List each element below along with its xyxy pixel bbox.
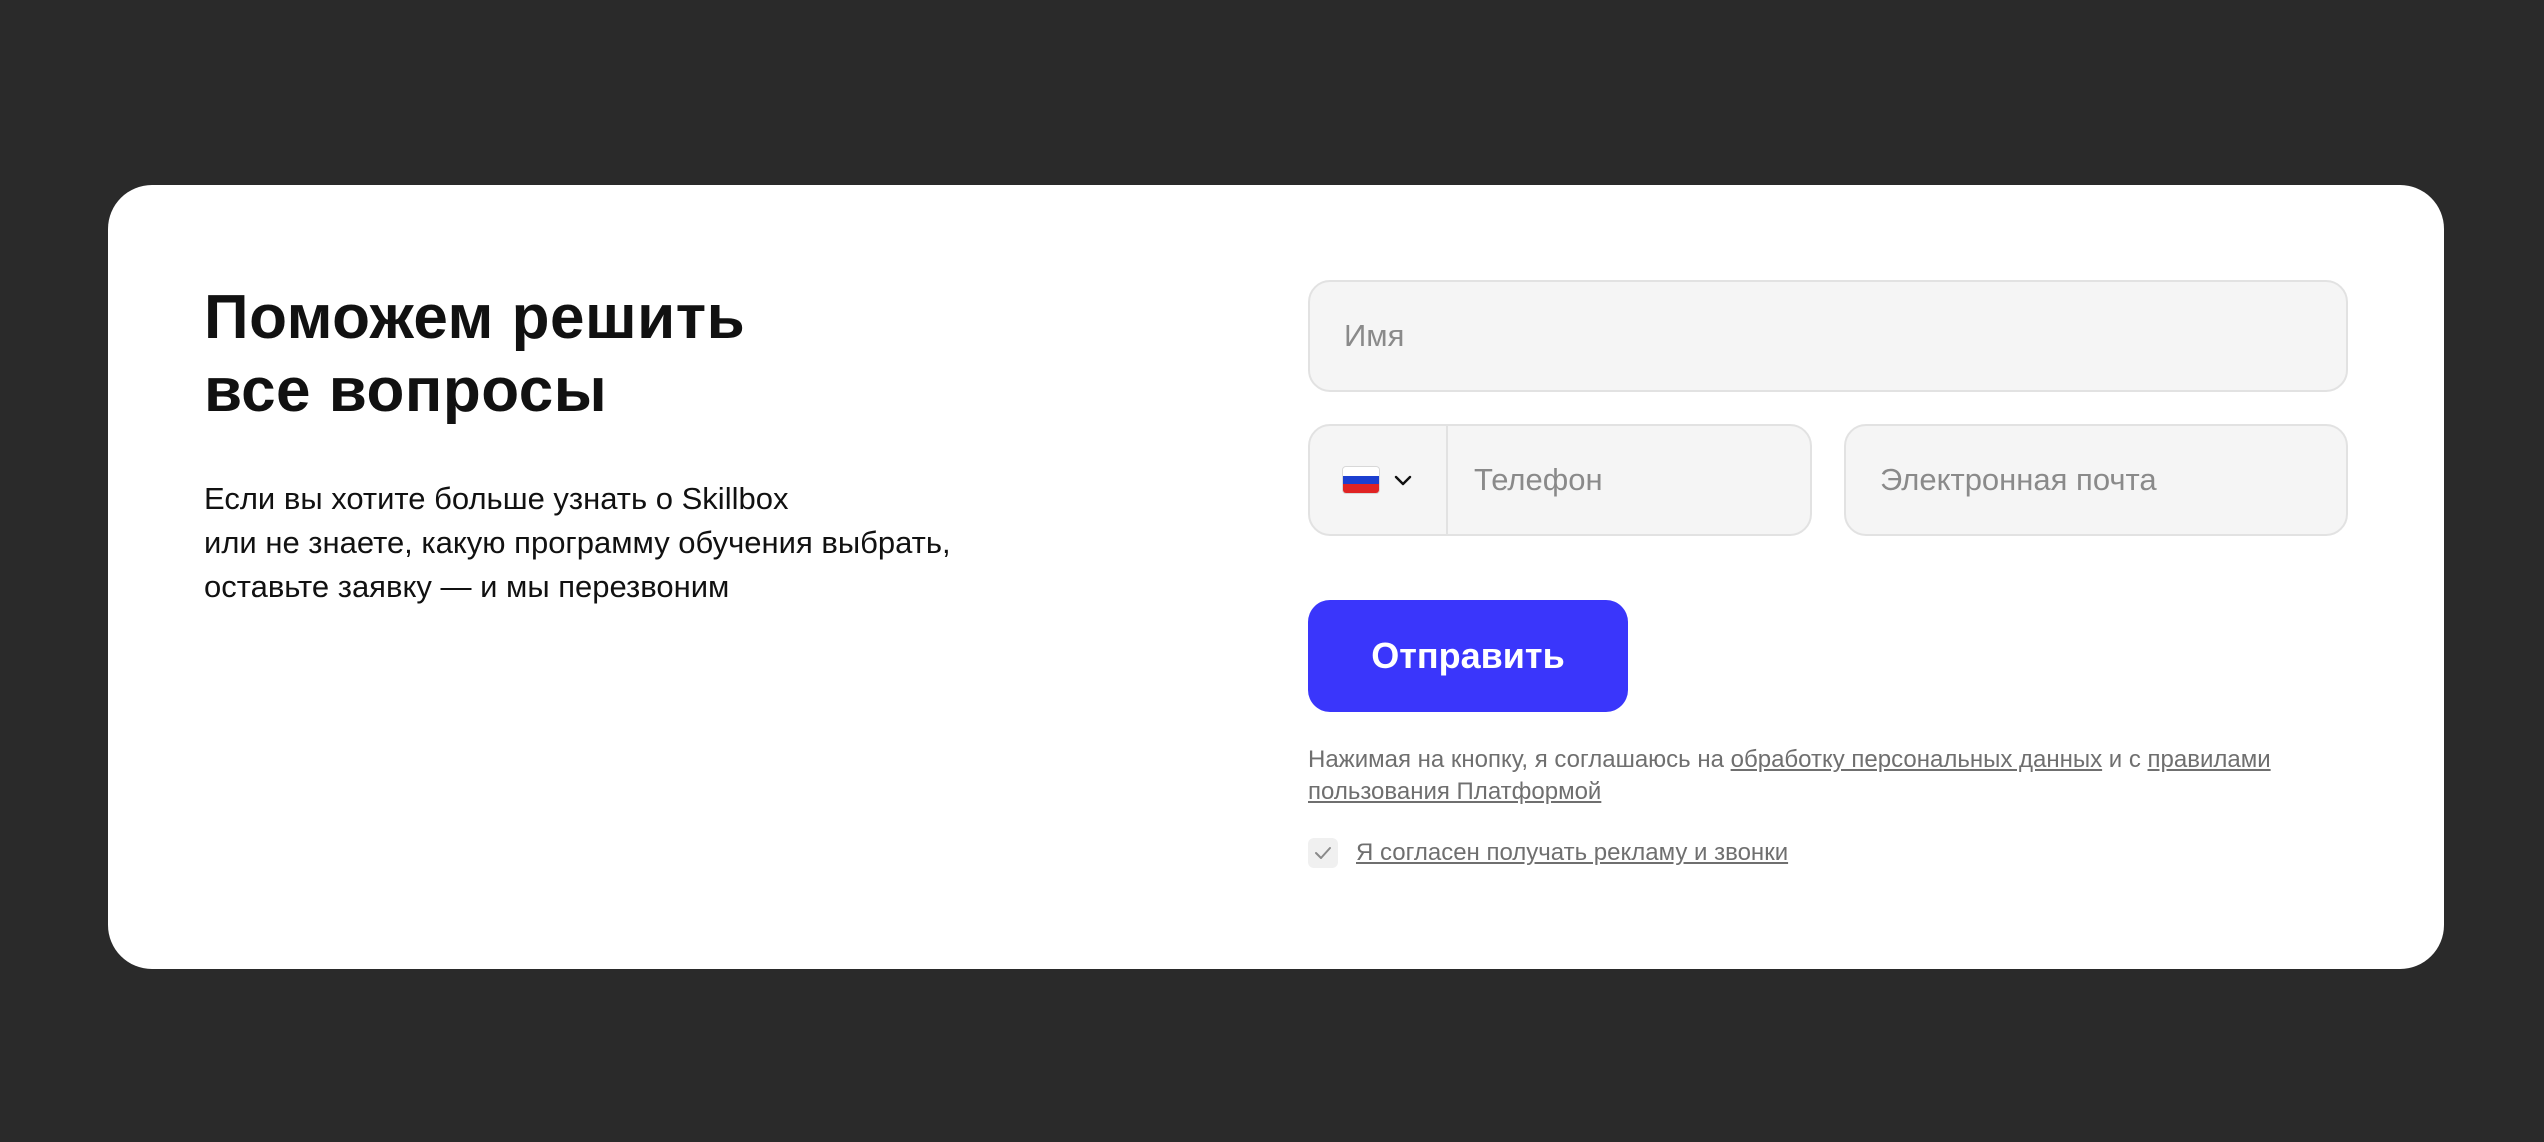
- title-line-2: все вопросы: [204, 356, 608, 425]
- page-title: Поможем решить все вопросы: [204, 281, 1104, 427]
- callback-form-card: Поможем решить все вопросы Если вы хотит…: [108, 185, 2444, 969]
- checkmark-icon: [1315, 847, 1331, 859]
- legal-notice: Нажимая на кнопку, я соглашаюсь на обраб…: [1308, 744, 2348, 808]
- submit-button[interactable]: Отправить: [1308, 600, 1628, 712]
- ads-consent-label[interactable]: Я согласен получать рекламу и звонки: [1356, 839, 1788, 867]
- chevron-down-icon: [1394, 475, 1412, 486]
- name-input[interactable]: [1308, 280, 2348, 392]
- ads-consent-checkbox[interactable]: [1308, 838, 1338, 868]
- personal-data-link[interactable]: обработку персональных данных: [1731, 746, 2102, 773]
- ads-consent: Я согласен получать рекламу и звонки: [1308, 838, 2348, 868]
- phone-field-group: [1308, 424, 1812, 536]
- legal-middle: и с: [2102, 746, 2148, 773]
- title-line-1: Поможем решить: [204, 283, 746, 352]
- legal-prefix: Нажимая на кнопку, я соглашаюсь на: [1308, 746, 1731, 773]
- russia-flag-icon: [1343, 467, 1379, 493]
- intro-line-3: оставьте заявку — и мы перезвоним: [204, 569, 730, 604]
- intro-line-2: или не знаете, какую программу обучения …: [204, 525, 951, 560]
- intro-text: Если вы хотите больше узнать о Skillbox …: [204, 477, 1104, 609]
- country-selector[interactable]: [1310, 426, 1448, 534]
- email-input[interactable]: [1844, 424, 2348, 536]
- contact-form: Отправить Нажимая на кнопку, я соглашаюс…: [1308, 280, 2348, 868]
- intro-section: Поможем решить все вопросы Если вы хотит…: [204, 281, 1104, 609]
- phone-input[interactable]: [1448, 426, 1810, 534]
- intro-line-1: Если вы хотите больше узнать о Skillbox: [204, 481, 789, 516]
- phone-email-row: [1308, 424, 2348, 536]
